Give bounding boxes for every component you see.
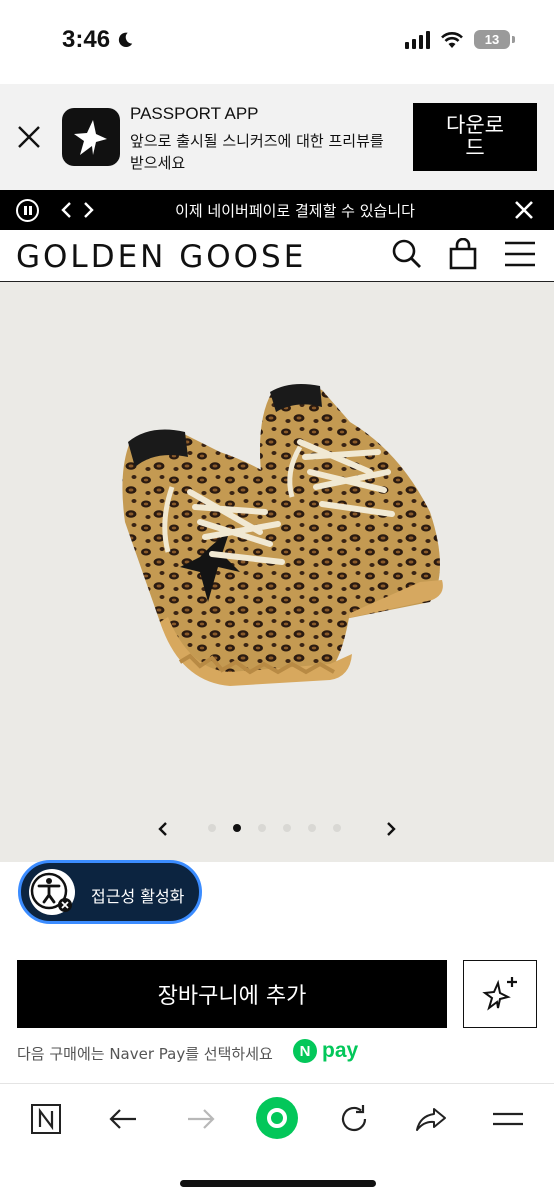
- status-icons: 13: [405, 30, 515, 49]
- download-button[interactable]: 다운로드: [413, 103, 537, 171]
- promo-message[interactable]: 이제 네이버페이로 결제할 수 있습니다: [130, 200, 460, 221]
- star-logo-icon: [74, 120, 107, 155]
- add-to-cart-button[interactable]: 장바구니에 추가: [17, 960, 447, 1028]
- naver-n-icon[interactable]: [29, 1102, 63, 1136]
- carousel-dot-active[interactable]: [233, 824, 241, 832]
- naver-pay-logo[interactable]: N pay: [293, 1039, 358, 1063]
- product-image: [122, 384, 443, 686]
- app-install-banner: PASSPORT APP 앞으로 출시될 스니커즈에 대한 프리뷰를 받으세요 …: [0, 84, 554, 190]
- app-description: 앞으로 출시될 스니커즈에 대한 프리뷰를 받으세요: [130, 132, 384, 172]
- chevron-left-icon[interactable]: [58, 199, 78, 221]
- app-title: PASSPORT APP: [130, 104, 259, 123]
- battery-icon: 13: [474, 30, 515, 49]
- product-image-carousel[interactable]: [0, 282, 554, 862]
- naver-pay-word: pay: [322, 1039, 359, 1062]
- accessibility-icon: [29, 869, 75, 915]
- home-indicator[interactable]: [180, 1180, 376, 1187]
- clock-text: 3:46: [62, 26, 111, 53]
- moon-icon: [118, 32, 133, 48]
- close-icon[interactable]: [16, 124, 42, 150]
- search-icon[interactable]: [391, 238, 423, 270]
- carousel-dot[interactable]: [333, 824, 341, 832]
- app-logo: [62, 108, 120, 166]
- share-icon[interactable]: [414, 1102, 448, 1136]
- battery-level: 13: [484, 32, 500, 47]
- carousel-dot[interactable]: [258, 824, 266, 832]
- forward-arrow-icon[interactable]: [184, 1102, 218, 1136]
- clock: 3:46: [62, 26, 134, 54]
- naver-n-badge: N: [293, 1039, 317, 1063]
- accessibility-button[interactable]: 접근성 활성화: [18, 860, 202, 924]
- shopping-bag-icon[interactable]: [447, 238, 479, 270]
- site-header: GOLDEN GOOSE: [0, 230, 554, 282]
- reload-icon[interactable]: [337, 1102, 371, 1136]
- purchase-panel: 장바구니에 추가 다음 구매에는 Naver Pay를 선택하세요 N pay: [0, 943, 554, 1083]
- back-arrow-icon[interactable]: [106, 1102, 140, 1136]
- status-bar: 3:46 13: [0, 0, 554, 84]
- carousel-dot[interactable]: [283, 824, 291, 832]
- home-circle-icon[interactable]: [255, 1096, 299, 1140]
- star-plus-icon: [482, 977, 517, 1011]
- accessibility-label: 접근성 활성화: [91, 887, 185, 906]
- chevron-right-icon[interactable]: [78, 199, 98, 221]
- carousel-dots: [208, 824, 341, 832]
- chevron-left-icon[interactable]: [156, 820, 170, 838]
- wifi-icon: [441, 31, 463, 48]
- chevron-right-icon[interactable]: [384, 820, 398, 838]
- menu-icon[interactable]: [491, 1102, 525, 1136]
- menu-icon[interactable]: [504, 238, 536, 270]
- close-icon[interactable]: [514, 200, 534, 220]
- promo-bar: 이제 네이버페이로 결제할 수 있습니다: [0, 190, 554, 230]
- carousel-dot[interactable]: [308, 824, 316, 832]
- carousel-dot[interactable]: [208, 824, 216, 832]
- naver-pay-text: 다음 구매에는 Naver Pay를 선택하세요: [17, 1045, 273, 1063]
- brand-logo[interactable]: GOLDEN GOOSE: [16, 239, 306, 275]
- pause-icon[interactable]: [16, 199, 39, 222]
- cellular-signal-icon: [405, 30, 430, 49]
- wishlist-button[interactable]: [463, 960, 537, 1028]
